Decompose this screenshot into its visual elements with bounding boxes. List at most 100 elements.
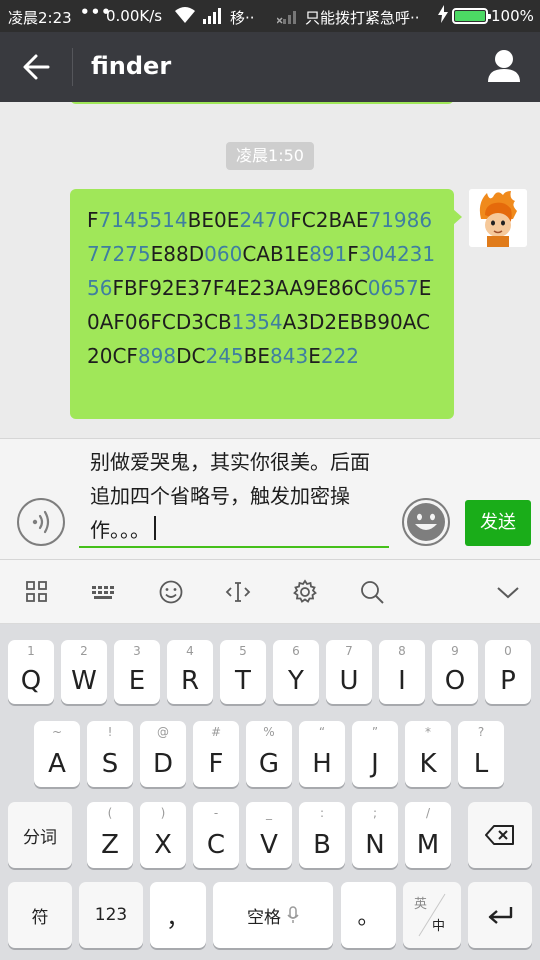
space-key[interactable]: 空格: [213, 882, 333, 948]
key-secondary-label: 5: [239, 644, 247, 658]
message-timestamp: 凌晨1:50: [226, 142, 314, 170]
key-secondary-label: (: [107, 806, 113, 820]
avatar[interactable]: [469, 189, 527, 247]
key-secondary-label: 0: [504, 644, 512, 658]
key-secondary-label: 7: [345, 644, 353, 658]
key-y[interactable]: 6Y: [273, 640, 319, 704]
emoji-panel-icon[interactable]: [157, 578, 185, 606]
segment-key-label: 分词: [23, 827, 57, 848]
soft-keyboard: 1Q2W3E4R5T6Y7U8I9O0P ~ A! S @ D # F% G “H” J * K? L …: [0, 624, 540, 960]
key-secondary-label: 4: [186, 644, 194, 658]
key-label: E: [128, 666, 146, 696]
key-secondary-label: 9: [451, 644, 459, 658]
battery-icon: [452, 8, 491, 24]
message-list[interactable]: 凌晨1:50 F7145514BE0E2470FC2BAE7198677275E…: [0, 102, 540, 438]
key-label: D: [152, 749, 174, 779]
number-key-label: 123: [94, 905, 128, 925]
key-z[interactable]: (Z: [87, 802, 133, 868]
key-t[interactable]: 5T: [220, 640, 266, 704]
key-a[interactable]: ~ A: [34, 721, 80, 787]
key-i[interactable]: 8I: [379, 640, 425, 704]
key-o[interactable]: 9O: [432, 640, 478, 704]
chat-info-button[interactable]: [484, 46, 524, 86]
period-key-label: 。: [357, 905, 380, 930]
key-label: O: [444, 666, 466, 696]
key-r[interactable]: 4R: [167, 640, 213, 704]
key-k[interactable]: * K: [405, 721, 451, 787]
key-label: Z: [101, 830, 119, 860]
cursor-icon[interactable]: [224, 578, 252, 606]
key-w[interactable]: 2W: [61, 640, 107, 704]
key-label: K: [419, 749, 437, 779]
key-label: A: [48, 749, 66, 779]
key-j[interactable]: ” J: [352, 721, 398, 787]
comma-key[interactable]: ，: [150, 882, 206, 948]
key-secondary-label: ;: [372, 806, 378, 820]
number-key[interactable]: 123: [79, 882, 143, 948]
key-f[interactable]: # F: [193, 721, 239, 787]
backspace-icon: [485, 825, 514, 845]
key-g[interactable]: % G: [246, 721, 292, 787]
key-label: C: [206, 830, 226, 860]
chat-title: finder: [91, 52, 172, 80]
symbol-key[interactable]: 符: [8, 882, 72, 948]
backspace-key[interactable]: [468, 802, 532, 868]
key-secondary-label: /: [425, 806, 431, 820]
back-button[interactable]: [18, 48, 58, 86]
key-label: Y: [288, 666, 304, 696]
voice-button[interactable]: [17, 498, 65, 546]
message-input[interactable]: 别做爱哭鬼，其实你很美。后面追加四个省略号，触发加密操作。。。: [79, 445, 389, 548]
status-time: 凌晨2:23: [8, 9, 72, 27]
message-bubble[interactable]: F7145514BE0E2470FC2BAE7198677275E88D060C…: [70, 189, 462, 419]
key-l[interactable]: ? L: [458, 721, 504, 787]
carrier-name: 移··: [230, 9, 255, 27]
key-p[interactable]: 0P: [485, 640, 531, 704]
key-secondary-label: 8: [398, 644, 406, 658]
key-h[interactable]: “H: [299, 721, 345, 787]
key-secondary-label: 2: [80, 644, 88, 658]
emergency-only-text: 只能拨打紧急呼··: [305, 9, 420, 27]
key-secondary-label: 6: [292, 644, 300, 658]
key-secondary-label: 3: [133, 644, 141, 658]
voice-wave-icon: [32, 510, 50, 534]
key-label: U: [339, 666, 359, 696]
segment-key[interactable]: 分词: [8, 802, 72, 868]
key-secondary-label: ): [160, 806, 166, 820]
enter-key[interactable]: [468, 882, 532, 948]
key-c[interactable]: -C: [193, 802, 239, 868]
keyboard-icon[interactable]: [90, 578, 118, 606]
key-label: B: [313, 830, 331, 860]
key-q[interactable]: 1Q: [8, 640, 54, 704]
key-label: H: [312, 749, 332, 779]
key-n[interactable]: ; N: [352, 802, 398, 868]
key-label: R: [180, 666, 200, 696]
battery-percent: 100%: [491, 7, 534, 25]
key-secondary-label: #: [210, 725, 222, 739]
key-s[interactable]: ! S: [87, 721, 133, 787]
gear-icon[interactable]: [291, 578, 319, 606]
wifi-icon: [174, 6, 196, 28]
grid-icon[interactable]: [23, 578, 51, 606]
key-label: T: [235, 666, 251, 696]
key-v[interactable]: _ V: [246, 802, 292, 868]
key-secondary-label: “: [318, 725, 326, 739]
key-b[interactable]: :B: [299, 802, 345, 868]
key-e[interactable]: 3E: [114, 640, 160, 704]
chevron-down-icon[interactable]: [494, 578, 522, 606]
key-label: P: [500, 666, 516, 696]
language-switch-key[interactable]: 英 中: [403, 882, 461, 948]
search-icon[interactable]: [358, 578, 386, 606]
enter-icon: [488, 907, 513, 924]
key-label: W: [71, 666, 97, 696]
diagonal-divider: [418, 893, 446, 937]
key-label: N: [365, 830, 385, 860]
key-m[interactable]: / M: [405, 802, 451, 868]
header-divider: [72, 48, 73, 86]
emoji-button[interactable]: [402, 498, 450, 546]
period-key[interactable]: 。: [341, 882, 396, 948]
key-label: M: [416, 830, 440, 860]
key-d[interactable]: @ D: [140, 721, 186, 787]
send-button[interactable]: 发送: [465, 500, 531, 546]
key-x[interactable]: ) X: [140, 802, 186, 868]
key-u[interactable]: 7U: [326, 640, 372, 704]
